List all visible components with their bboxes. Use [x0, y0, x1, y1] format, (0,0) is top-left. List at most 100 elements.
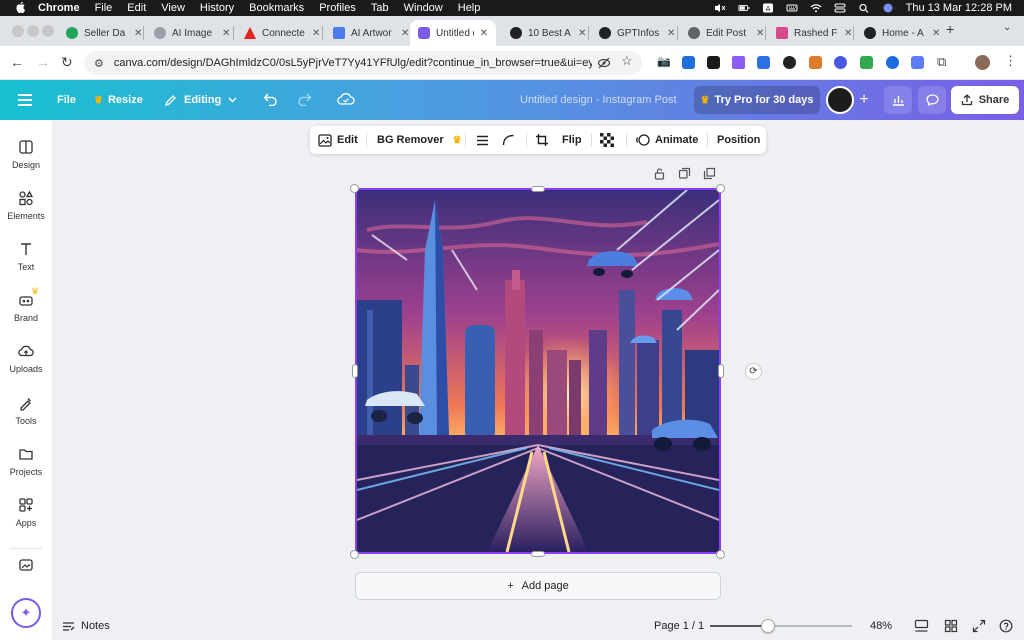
resize-handle-top-left[interactable] [350, 184, 359, 193]
tab-home[interactable]: Home - A ✕ [856, 20, 948, 46]
sidebar-item-design[interactable]: Design [0, 132, 52, 176]
tab-seller-dashboard[interactable]: Seller Da ✕ [58, 20, 150, 46]
pages-view-icon[interactable] [914, 619, 929, 633]
camera-icon[interactable]: 📷 [657, 55, 671, 68]
add-collaborator-icon[interactable]: + [850, 86, 878, 114]
share-button[interactable]: Share [951, 86, 1019, 114]
extension-screen-icon[interactable] [682, 56, 695, 69]
tab-edit-post[interactable]: Edit Post ✕ [680, 20, 772, 46]
puzzle-extensions-icon[interactable]: ⧉ [937, 54, 946, 70]
try-pro-button[interactable]: ♛ Try Pro for 30 days [694, 86, 820, 114]
address-url[interactable]: canva.com/design/DAGhImldzC0/0sL5yPjrVeT… [114, 57, 592, 69]
redo-icon[interactable] [296, 92, 312, 106]
hamburger-menu-icon[interactable] [18, 94, 32, 106]
back-arrow-icon[interactable]: ← [10, 54, 24, 70]
magic-assistant-icon[interactable]: ✦ [11, 598, 41, 628]
close-icon[interactable]: ✕ [401, 28, 409, 39]
close-window-icon[interactable] [12, 25, 24, 37]
comment-icon[interactable] [918, 86, 946, 114]
undo-icon[interactable] [263, 92, 279, 106]
sidebar-item-elements[interactable]: Elements [0, 183, 52, 227]
menu-view[interactable]: View [161, 2, 185, 14]
site-settings-icon[interactable]: ⚙ [94, 57, 104, 70]
editing-mode-button[interactable]: Editing [164, 80, 237, 120]
more-menu-icon[interactable]: ⋮ [1004, 53, 1017, 69]
duplicate-icon[interactable] [678, 167, 691, 180]
sidebar-item-apps[interactable]: Apps [0, 490, 52, 534]
resize-handle-bottom[interactable] [531, 551, 545, 557]
tab-10-best[interactable]: 10 Best A ✕ [502, 20, 594, 46]
new-tab-icon[interactable]: + [946, 21, 954, 37]
page-indicator[interactable]: Page 1 / 1 [654, 612, 704, 640]
notes-button[interactable]: Notes [62, 612, 110, 640]
menu-edit[interactable]: Edit [127, 2, 146, 14]
zoom-slider[interactable] [710, 619, 852, 633]
extension-g-icon[interactable] [886, 56, 899, 69]
extension-inbox-icon[interactable] [860, 56, 873, 69]
add-page-button[interactable]: + Add page [355, 572, 721, 600]
cloud-saved-icon[interactable] [337, 92, 355, 106]
help-icon[interactable] [999, 619, 1013, 633]
resize-handle-left[interactable] [352, 364, 358, 378]
rotate-icon[interactable]: ⟳ [745, 363, 762, 380]
menu-profiles[interactable]: Profiles [319, 2, 356, 14]
lock-icon[interactable] [653, 167, 666, 180]
minimize-window-icon[interactable] [27, 25, 39, 37]
menu-history[interactable]: History [200, 2, 234, 14]
close-icon[interactable]: ✕ [756, 28, 764, 39]
file-menu-button[interactable]: File [57, 80, 76, 120]
keyboard-icon[interactable] [786, 3, 798, 13]
text-input-icon[interactable]: A [762, 3, 774, 13]
sidebar-item-projects[interactable]: Projects [0, 439, 52, 483]
sidebar-item-tools[interactable]: Tools [0, 388, 52, 432]
tab-ai-artwork[interactable]: AI Artwor ✕ [325, 20, 417, 46]
sidebar-item-text[interactable]: Text [0, 234, 52, 278]
document-title[interactable]: Untitled design - Instagram Post [520, 80, 677, 120]
menu-bookmarks[interactable]: Bookmarks [249, 2, 304, 14]
resize-handle-top[interactable] [531, 186, 545, 192]
tab-gptinfos[interactable]: GPTInfos ✕ [591, 20, 683, 46]
resize-handle-right[interactable] [718, 364, 724, 378]
extension-ext-icon[interactable] [783, 56, 796, 69]
design-page-image[interactable] [355, 188, 721, 554]
battery-icon[interactable] [738, 3, 750, 13]
resize-handle-bottom-right[interactable] [716, 550, 725, 559]
control-center-icon[interactable] [834, 3, 846, 13]
add-above-icon[interactable] [703, 167, 716, 180]
close-icon[interactable]: ✕ [222, 28, 230, 39]
insights-chart-icon[interactable] [884, 86, 912, 114]
close-icon[interactable]: ✕ [312, 28, 320, 39]
extension-pen-icon[interactable] [732, 56, 745, 69]
fullscreen-icon[interactable] [972, 619, 986, 633]
profile-avatar[interactable] [975, 55, 990, 70]
spotlight-icon[interactable] [858, 3, 870, 13]
close-icon[interactable]: ✕ [480, 28, 488, 39]
close-icon[interactable]: ✕ [844, 28, 852, 39]
extension-brush-icon[interactable] [809, 56, 822, 69]
resize-handle-bottom-left[interactable] [350, 550, 359, 559]
magic-media-icon[interactable] [18, 557, 34, 573]
resize-handle-top-right[interactable] [716, 184, 725, 193]
menu-file[interactable]: File [95, 2, 113, 14]
mute-icon[interactable] [714, 3, 726, 13]
wifi-icon[interactable] [810, 3, 822, 13]
zoom-window-icon[interactable] [42, 25, 54, 37]
extension-translate-icon[interactable] [757, 56, 770, 69]
resize-button[interactable]: ♛ Resize [94, 80, 143, 120]
sidebar-item-brand[interactable]: Brand ♛ [0, 285, 52, 329]
menubar-datetime[interactable]: Thu 13 Mar 12:28 PM [906, 2, 1012, 14]
close-icon[interactable]: ✕ [134, 28, 142, 39]
extension-grid-icon[interactable] [911, 56, 924, 69]
bookmark-star-icon[interactable]: ☆ [621, 53, 633, 69]
menu-tab[interactable]: Tab [371, 2, 389, 14]
siri-icon[interactable] [882, 3, 894, 13]
extension-gear-icon[interactable] [834, 56, 847, 69]
zoom-level[interactable]: 48% [870, 612, 892, 640]
extension-fox-icon[interactable] [707, 56, 720, 69]
close-icon[interactable]: ✕ [578, 28, 586, 39]
tab-untitled-design[interactable]: Untitled d ✕ [410, 20, 496, 46]
reload-icon[interactable]: ↻ [61, 54, 73, 71]
address-bar[interactable]: ⚙ canva.com/design/DAGhImldzC0/0sL5yPjrV… [84, 51, 642, 75]
tab-ai-image[interactable]: AI Image ✕ [146, 20, 238, 46]
forward-arrow-icon[interactable]: → [36, 54, 50, 70]
